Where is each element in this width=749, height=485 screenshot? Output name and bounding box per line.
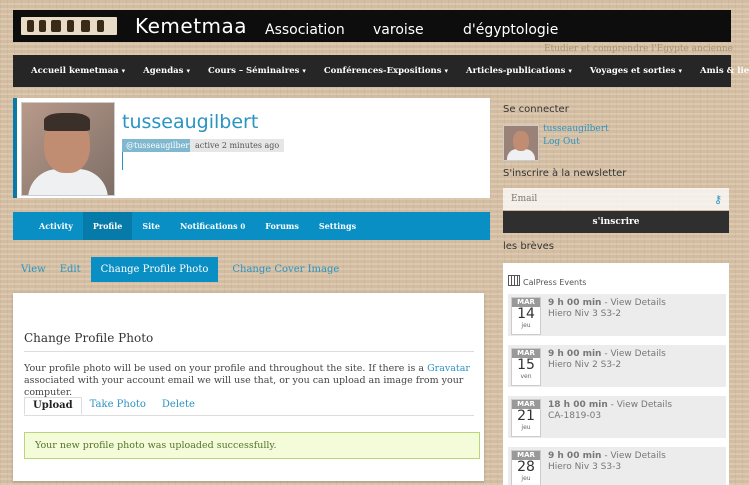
- nav-amis[interactable]: Amis & liens▾: [700, 66, 749, 76]
- event-time[interactable]: 9 h 00 min - View Details: [548, 298, 666, 308]
- tab-notifications[interactable]: Notifications 0: [170, 212, 255, 240]
- notification-count: 0: [240, 222, 246, 231]
- site-header: Kemetmaa Association varoise d'égyptolog…: [13, 10, 731, 42]
- logout-link[interactable]: Log Out: [543, 137, 580, 147]
- user-mini-avatar[interactable]: [503, 125, 539, 161]
- list-item[interactable]: MAR 14 jeu 9 h 00 min - View Details Hie…: [508, 294, 726, 336]
- event-time[interactable]: 9 h 00 min - View Details: [548, 451, 666, 461]
- panel-title: Change Profile Photo: [24, 331, 154, 345]
- upload-tabs: Upload Take Photo Delete: [24, 397, 474, 416]
- profile-tabs: Activity Profile Site Notifications 0 Fo…: [13, 212, 490, 240]
- key-icon: ⚷: [714, 193, 723, 206]
- sidebar-user-link[interactable]: tusseaugilbert: [543, 124, 609, 134]
- calendar-header: CalPress Events: [508, 275, 586, 287]
- divider-line: [122, 152, 123, 170]
- caret-down-icon: ▾: [186, 66, 190, 75]
- nav-agendas[interactable]: Agendas ▾: [143, 66, 190, 76]
- main-nav: Accueil kemetmaa ▾ Agendas ▾ Cours – Sémin…: [13, 55, 749, 87]
- nav-conferences[interactable]: Conférences-Expositions ▾: [324, 66, 448, 76]
- login-title: Se connecter: [503, 104, 569, 115]
- hieroglyph-logo[interactable]: [21, 17, 117, 35]
- subscribe-button[interactable]: s'inscrire: [503, 211, 729, 233]
- event-name: Hiero Niv 3 S3-3: [548, 462, 622, 472]
- tab-settings[interactable]: Settings: [309, 212, 366, 240]
- tab-delete[interactable]: Delete: [154, 397, 203, 415]
- event-date: MAR 14 jeu: [511, 297, 541, 335]
- list-item[interactable]: MAR 28 jeu 9 h 00 min - View Details Hie…: [508, 447, 726, 485]
- site-subtitle-varoise: varoise: [373, 22, 424, 38]
- nav-accueil[interactable]: Accueil kemetmaa ▾: [31, 66, 125, 76]
- site-subtitle-association: Association: [265, 22, 345, 38]
- event-date: MAR 28 jeu: [511, 450, 541, 485]
- caret-down-icon: ▾: [678, 66, 683, 75]
- tab-site[interactable]: Site: [132, 212, 170, 240]
- tab-take-photo[interactable]: Take Photo: [82, 397, 154, 415]
- subtab-edit[interactable]: Edit: [60, 264, 81, 275]
- newsletter-email-input[interactable]: [503, 188, 729, 210]
- activity-status: active 2 minutes ago: [190, 139, 285, 152]
- profile-subtabs: View Edit Change Profile Photo Change Co…: [13, 255, 353, 283]
- caret-down-icon: ▾: [121, 66, 126, 75]
- site-subtitle-egyptologie: d'égyptologie: [463, 22, 559, 38]
- change-photo-panel: Change Profile Photo Your profile photo …: [13, 293, 484, 481]
- tab-upload[interactable]: Upload: [24, 397, 82, 415]
- caret-down-icon: ▾: [302, 66, 306, 75]
- divider: [24, 351, 474, 352]
- caret-down-icon: ▾: [444, 66, 449, 75]
- event-time[interactable]: 9 h 00 min - View Details: [548, 349, 666, 359]
- event-name: Hiero Niv 2 S3-2: [548, 360, 622, 370]
- success-message: Your new profile photo was uploaded succ…: [24, 432, 480, 459]
- nav-articles[interactable]: Articles-publications ▾: [466, 66, 572, 76]
- subtab-view[interactable]: View: [21, 264, 46, 275]
- breves-title: les brèves: [503, 241, 554, 252]
- subtab-change-cover-image[interactable]: Change Cover Image: [232, 264, 339, 275]
- gravatar-link[interactable]: Gravatar: [427, 363, 470, 374]
- event-date: MAR 15 ven: [511, 348, 541, 386]
- site-tagline: Etudier et comprendre l'Egypte ancienne: [543, 44, 733, 54]
- list-item[interactable]: MAR 21 jeu 18 h 00 min - View Details CA…: [508, 396, 726, 438]
- site-title[interactable]: Kemetmaa: [135, 14, 247, 38]
- profile-mention-badge: @tusseaugilbert: [122, 139, 197, 152]
- tab-forums[interactable]: Forums: [255, 212, 309, 240]
- profile-avatar[interactable]: [21, 102, 115, 196]
- profile-username[interactable]: tusseaugilbert: [122, 111, 258, 133]
- nav-voyages[interactable]: Voyages et sorties ▾: [590, 66, 682, 76]
- calendar-icon: [508, 275, 520, 286]
- subtab-change-profile-photo[interactable]: Change Profile Photo: [90, 256, 219, 282]
- list-item[interactable]: MAR 15 ven 9 h 00 min - View Details Hie…: [508, 345, 726, 387]
- tab-activity[interactable]: Activity: [29, 212, 83, 240]
- caret-down-icon: ▾: [568, 66, 572, 75]
- newsletter-title: S'inscrire à la newsletter: [503, 168, 627, 179]
- calendar-widget: CalPress Events MAR 14 jeu 9 h 00 min - …: [503, 263, 729, 485]
- accent-bar: [13, 98, 17, 198]
- tab-profile[interactable]: Profile: [82, 212, 133, 240]
- nav-cours[interactable]: Cours – Séminaires ▾: [208, 66, 306, 76]
- event-name: CA-1819-03: [548, 411, 602, 421]
- event-name: Hiero Niv 3 S3-2: [548, 309, 622, 319]
- panel-description: Your profile photo will be used on your …: [24, 363, 470, 398]
- event-time[interactable]: 18 h 00 min - View Details: [548, 400, 672, 410]
- event-date: MAR 21 jeu: [511, 399, 541, 437]
